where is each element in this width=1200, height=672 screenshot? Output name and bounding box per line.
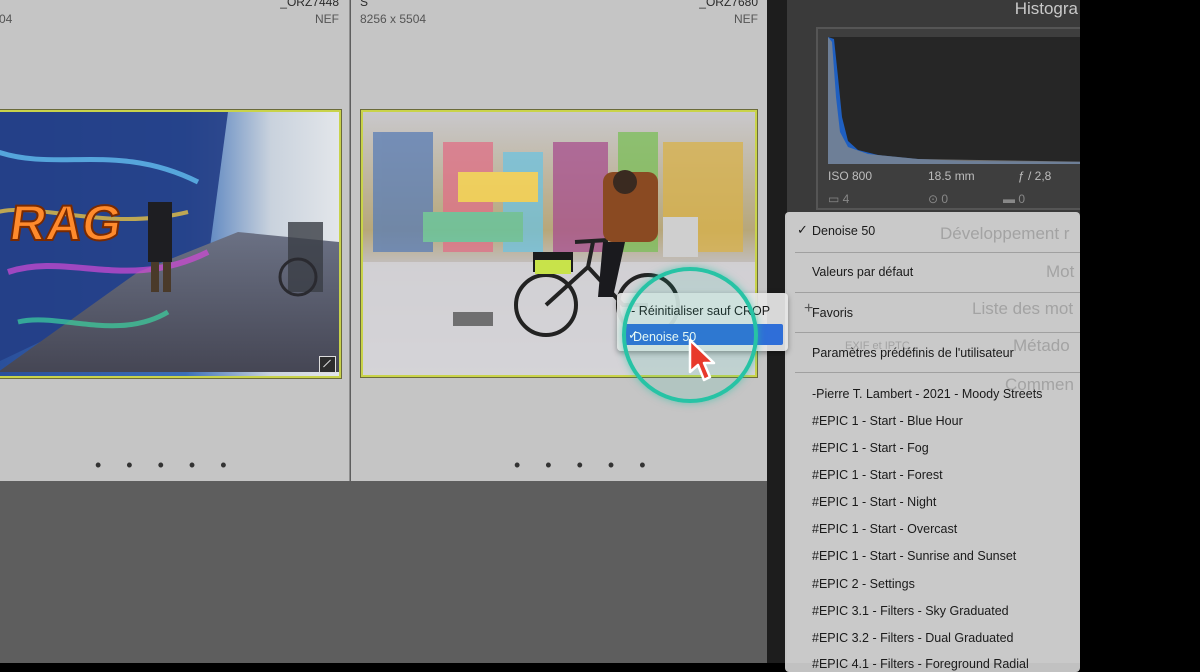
iso-value: ISO 800 — [828, 169, 873, 183]
crop-count: 4 — [842, 192, 850, 206]
preset-item-overcast[interactable]: #EPIC 1 - Start - Overcast — [812, 522, 957, 536]
redeye-count: 0 — [1018, 192, 1026, 206]
preset-item-defaults[interactable]: Valeurs par défaut — [812, 265, 913, 279]
grid-cell-2[interactable]: S _ORZ7680 8256 x 5504 NEF • • • • • — [351, 0, 767, 481]
preset-item-fog[interactable]: #EPIC 1 - Start - Fog — [812, 441, 929, 455]
preset-item-sunrise-sunset[interactable]: #EPIC 1 - Start - Sunrise and Sunset — [812, 549, 1016, 563]
develop-panel-header: Développement r — [940, 224, 1070, 243]
spot-tool-icon[interactable]: ⊙ 0 — [928, 192, 948, 206]
preset-item-user-presets[interactable]: Paramètres prédéfinis de l'utilisateur — [812, 346, 1014, 360]
preset-item-blue-hour[interactable]: #EPIC 1 - Start - Blue Hour — [812, 414, 963, 428]
focal-length: 18.5 mm — [928, 169, 975, 183]
keywords-panel-header: Mot — [1046, 262, 1075, 281]
menu-separator — [795, 252, 1080, 253]
rating-dots[interactable]: • • • • • — [514, 455, 656, 476]
file-name: _ORZ7448 — [280, 0, 339, 9]
file-name: _ORZ7680 — [699, 0, 758, 9]
histogram-plot — [828, 37, 1102, 164]
menu-separator — [795, 292, 1080, 293]
metadata-panel-header: Métado — [1013, 336, 1070, 355]
black-edge — [1080, 0, 1200, 663]
histogram-title[interactable]: Histogra — [1015, 0, 1078, 19]
preset-item-favorites[interactable]: Favoris — [812, 306, 853, 320]
preset-selected[interactable]: Denoise 50 — [812, 224, 875, 238]
crop-tool-icon[interactable]: ▭ 4 — [828, 192, 849, 206]
svg-text:RAG: RAG — [6, 195, 125, 251]
keyword-list-panel-header: Liste des mot — [972, 299, 1074, 318]
file-dimensions: 04 — [0, 12, 13, 26]
develop-badge-icon — [319, 356, 336, 373]
preset-item-moody-streets[interactable]: -Pierre T. Lambert - 2021 - Moody Street… — [812, 387, 1042, 401]
preset-item-night[interactable]: #EPIC 1 - Start - Night — [812, 495, 936, 509]
preset-item-sky-graduated[interactable]: #EPIC 3.1 - Filters - Sky Graduated — [812, 604, 1009, 618]
file-name-prefix: S — [360, 0, 369, 9]
preset-item-foreground-radial[interactable]: #EPIC 4.1 - Filters - Foreground Radial — [812, 657, 1029, 671]
develop-presets-menu: Développement r Mot Liste des mot Métado… — [785, 212, 1080, 672]
menu-separator — [795, 372, 1080, 373]
grid-cell-1[interactable]: _ORZ7448 NEF 04 RAG • • • • • — [0, 0, 350, 481]
file-format: NEF — [734, 12, 758, 26]
preset-item-settings[interactable]: #EPIC 2 - Settings — [812, 577, 915, 591]
photo-thumbnail-graffiti-alley[interactable]: RAG — [0, 109, 342, 379]
cursor-pointer-icon — [688, 338, 716, 389]
check-icon: ✓ — [797, 222, 808, 237]
redeye-tool-icon[interactable]: ▬ 0 — [1003, 192, 1025, 206]
histogram: ISO 800 18.5 mm ƒ / 2,8 ▭ 4 ⊙ 0 ▬ 0 — [816, 27, 1102, 210]
spot-count: 0 — [941, 192, 949, 206]
file-dimensions: 8256 x 5504 — [360, 12, 427, 26]
file-format: NEF — [315, 12, 339, 26]
preset-item-forest[interactable]: #EPIC 1 - Start - Forest — [812, 468, 943, 482]
aperture-value: ƒ / 2,8 — [1018, 169, 1052, 183]
menu-separator — [795, 332, 1080, 333]
rating-dots[interactable]: • • • • • — [95, 455, 237, 476]
preset-item-dual-graduated[interactable]: #EPIC 3.2 - Filters - Dual Graduated — [812, 631, 1013, 645]
